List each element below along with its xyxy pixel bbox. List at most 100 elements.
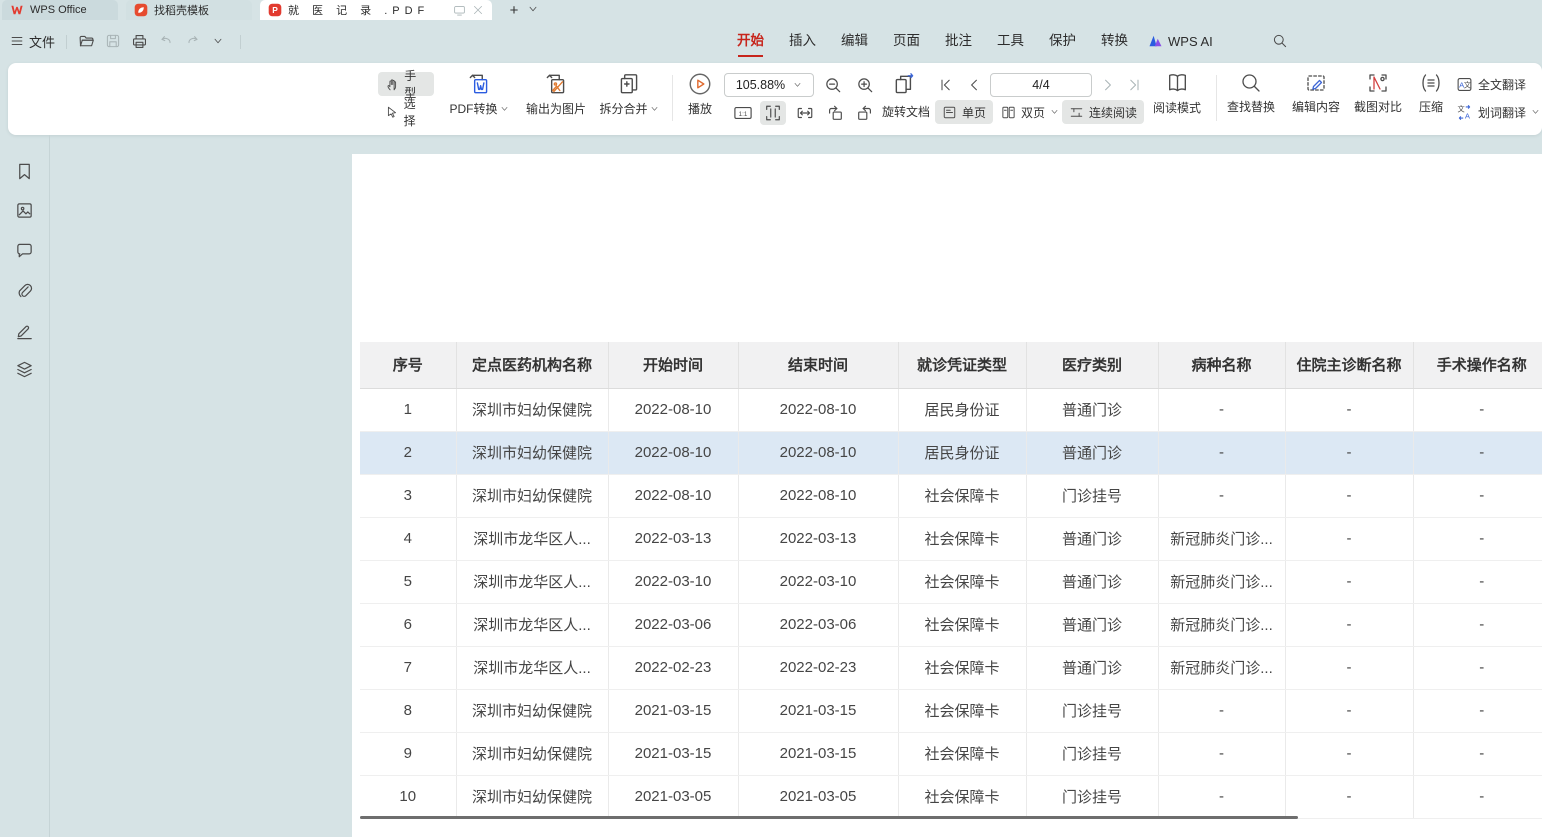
table-cell: 门诊挂号	[1026, 474, 1158, 517]
close-tab-icon[interactable]	[472, 4, 484, 16]
table-cell: 2022-08-10	[738, 388, 898, 431]
zoom-level-combo[interactable]: 105.88%	[724, 73, 814, 97]
rotate-doc-label[interactable]: 旋转文档	[882, 101, 930, 123]
swap-pages-button[interactable]	[890, 71, 920, 99]
ribbon-tab[interactable]: 开始	[736, 20, 765, 62]
redo-button[interactable]	[185, 31, 201, 51]
pdf-convert-button[interactable]: PDF转换	[436, 69, 522, 129]
table-cell: -	[1158, 732, 1285, 775]
first-page-button[interactable]	[936, 75, 956, 95]
comments-panel-button[interactable]	[13, 239, 35, 261]
table-cell: 6	[360, 603, 456, 646]
rotate-right-button[interactable]	[852, 101, 878, 125]
ribbon-tab[interactable]: 转换	[1100, 20, 1129, 62]
page-number-input[interactable]	[990, 73, 1092, 97]
table-cell: -	[1285, 388, 1413, 431]
bookmarks-panel-button[interactable]	[13, 160, 35, 182]
table-cell: 居民身份证	[898, 388, 1026, 431]
attachments-panel-button[interactable]	[13, 279, 35, 301]
compress-button[interactable]: 压缩	[1410, 69, 1452, 129]
single-page-icon	[942, 105, 957, 120]
ribbon-tab[interactable]: 工具	[996, 20, 1025, 62]
table-row: 4深圳市龙华区人...2022-03-132022-03-13社会保障卡普通门诊…	[360, 517, 1542, 560]
table-cell: 社会保障卡	[898, 646, 1026, 689]
table-cell: -	[1285, 689, 1413, 732]
fit-page-button[interactable]	[760, 101, 786, 125]
rotate-left-button[interactable]	[822, 101, 848, 125]
previous-page-button[interactable]	[964, 75, 984, 95]
continuous-reading-label: 连续阅读	[1089, 104, 1137, 121]
open-file-button[interactable]	[78, 31, 95, 51]
play-button[interactable]: 播放	[678, 69, 722, 129]
table-cell: 2022-08-10	[608, 388, 738, 431]
fit-width-button[interactable]	[792, 101, 818, 125]
redo-icon	[185, 33, 201, 49]
table-cell: -	[1413, 474, 1542, 517]
table-cell: 社会保障卡	[898, 560, 1026, 603]
table-cell: 3	[360, 474, 456, 517]
table-cell: -	[1285, 732, 1413, 775]
table-cell: 5	[360, 560, 456, 603]
table-cell: -	[1413, 431, 1542, 474]
save-button[interactable]	[105, 31, 121, 51]
table-cell: 2022-02-23	[608, 646, 738, 689]
table-row: 9深圳市妇幼保健院2021-03-152021-03-15社会保障卡门诊挂号--…	[360, 732, 1542, 775]
double-page-button[interactable]: 双页	[994, 100, 1066, 124]
window-tab-bar: WPS Office 找稻壳模板 P 就 医 记 录 .PDF +	[0, 0, 1542, 20]
hand-tool-button[interactable]: 手型	[378, 72, 434, 96]
next-page-button[interactable]	[1098, 75, 1118, 95]
select-tool-button[interactable]: 选择	[378, 100, 434, 124]
compress-label: 压缩	[1419, 98, 1443, 115]
word-translate-button[interactable]: 文 A 划词翻译	[1454, 100, 1542, 124]
table-cell: 深圳市龙华区人...	[456, 517, 608, 560]
document-title: 就 医 记 录 .PDF	[288, 2, 447, 18]
table-cell: -	[1413, 388, 1542, 431]
table-cell: 深圳市妇幼保健院	[456, 474, 608, 517]
ribbon-tab[interactable]: 编辑	[840, 20, 869, 62]
full-translate-button[interactable]: A 文 全文翻译	[1454, 72, 1528, 96]
tab-docer-templates[interactable]: 找稻壳模板	[126, 0, 252, 20]
ribbon-tab[interactable]: 页面	[892, 20, 921, 62]
find-replace-button[interactable]: 查找替换	[1220, 69, 1282, 129]
table-cell: 2021-03-15	[608, 689, 738, 732]
tab-list-chevron-icon[interactable]	[527, 3, 539, 15]
undo-button[interactable]	[158, 31, 174, 51]
read-mode-button[interactable]: 阅读模式	[1146, 69, 1208, 129]
signature-panel-button[interactable]	[13, 319, 35, 341]
split-merge-button[interactable]: 拆分合并	[588, 69, 670, 129]
divider	[240, 35, 241, 49]
table-cell: 普通门诊	[1026, 603, 1158, 646]
table-cell: -	[1285, 474, 1413, 517]
export-image-label: 输出为图片	[526, 100, 586, 117]
menu-search-button[interactable]	[1272, 31, 1288, 51]
tab-document-active[interactable]: P 就 医 记 录 .PDF	[260, 0, 492, 20]
wps-ai-button[interactable]: WPS AI	[1148, 31, 1213, 51]
ribbon-tab[interactable]: 保护	[1048, 20, 1077, 62]
zoom-out-button[interactable]	[820, 73, 846, 97]
layers-panel-button[interactable]	[13, 358, 35, 380]
last-page-button[interactable]	[1124, 75, 1144, 95]
file-menu-button[interactable]: 文件	[10, 31, 55, 51]
tab-wps-office[interactable]: WPS Office	[2, 0, 118, 20]
zoom-in-button[interactable]	[852, 73, 878, 97]
actual-size-button[interactable]: 1:1	[730, 101, 756, 125]
ribbon-tab[interactable]: 批注	[944, 20, 973, 62]
monitor-icon[interactable]	[453, 4, 466, 17]
continuous-reading-button[interactable]: 连续阅读	[1062, 100, 1144, 124]
single-page-button[interactable]: 单页	[935, 100, 993, 124]
printer-icon	[131, 33, 148, 50]
screenshot-compare-button[interactable]: 截图对比	[1348, 69, 1408, 129]
ribbon-tab[interactable]: 插入	[788, 20, 817, 62]
edit-content-button[interactable]: 编辑内容	[1286, 69, 1346, 129]
table-cell: 2021-03-15	[738, 689, 898, 732]
undo-redo-dropdown[interactable]	[212, 31, 224, 51]
table-cell: 2021-03-15	[608, 732, 738, 775]
full-translate-icon: A 文	[1456, 76, 1473, 93]
thumbnails-panel-button[interactable]	[13, 199, 35, 221]
chevron-down-icon	[650, 106, 659, 112]
print-button[interactable]	[131, 31, 148, 51]
new-tab-button[interactable]: +	[504, 1, 524, 19]
export-image-button[interactable]: 输出为图片	[518, 69, 594, 129]
export-image-icon	[543, 71, 569, 97]
table-row: 10深圳市妇幼保健院2021-03-052021-03-05社会保障卡门诊挂号-…	[360, 775, 1542, 818]
